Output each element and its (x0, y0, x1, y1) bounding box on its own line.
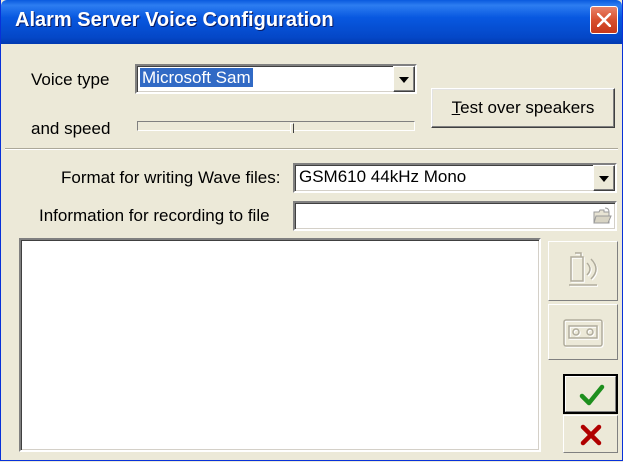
speed-slider-track (137, 121, 415, 131)
checkmark-icon (579, 384, 605, 406)
dialog-window: Alarm Server Voice Configuration Voice t… (0, 0, 623, 461)
tape-disabled-icon (563, 319, 604, 348)
red-x-icon (580, 424, 602, 446)
title-bar: Alarm Server Voice Configuration (1, 0, 622, 44)
section-divider (5, 148, 618, 150)
chevron-down-icon (399, 77, 409, 83)
recording-info-label: Information for recording to file (39, 206, 270, 225)
cancel-button[interactable] (563, 415, 618, 453)
speed-label: and speed (31, 119, 111, 138)
open-folder-icon (593, 207, 612, 224)
voice-type-selected-text: Microsoft Sam (140, 68, 253, 87)
speak-button[interactable] (548, 241, 618, 301)
record-tape-button[interactable] (548, 304, 618, 360)
test-over-speakers-button[interactable]: Test over speakers (431, 88, 615, 128)
test-button-text: est over speakers (460, 98, 595, 117)
voice-type-combo[interactable]: Microsoft Sam (135, 64, 417, 94)
speed-slider[interactable] (135, 118, 417, 134)
test-button-mnemonic: T (451, 98, 461, 117)
wave-format-dropdown-button[interactable] (593, 165, 615, 191)
wave-format-label: Format for writing Wave files: (61, 168, 281, 187)
chevron-down-icon (599, 176, 609, 182)
voice-type-label: Voice type (31, 70, 110, 89)
window-title: Alarm Server Voice Configuration (15, 9, 334, 31)
voice-type-dropdown-button[interactable] (393, 66, 415, 92)
message-text-area[interactable] (19, 238, 541, 452)
voice-type-value: Microsoft Sam (140, 68, 253, 88)
speaker-disabled-icon (569, 252, 598, 287)
test-button-label: Test over speakers (432, 98, 614, 118)
wave-format-combo[interactable]: GSM610 44kHz Mono (293, 163, 617, 193)
speed-slider-thumb[interactable] (290, 123, 294, 133)
ok-button[interactable] (563, 374, 618, 414)
close-button[interactable] (590, 6, 618, 34)
close-icon (597, 13, 611, 27)
open-folder-button[interactable] (592, 206, 612, 226)
recording-info-field[interactable] (293, 201, 617, 231)
wave-format-value: GSM610 44kHz Mono (299, 167, 467, 186)
